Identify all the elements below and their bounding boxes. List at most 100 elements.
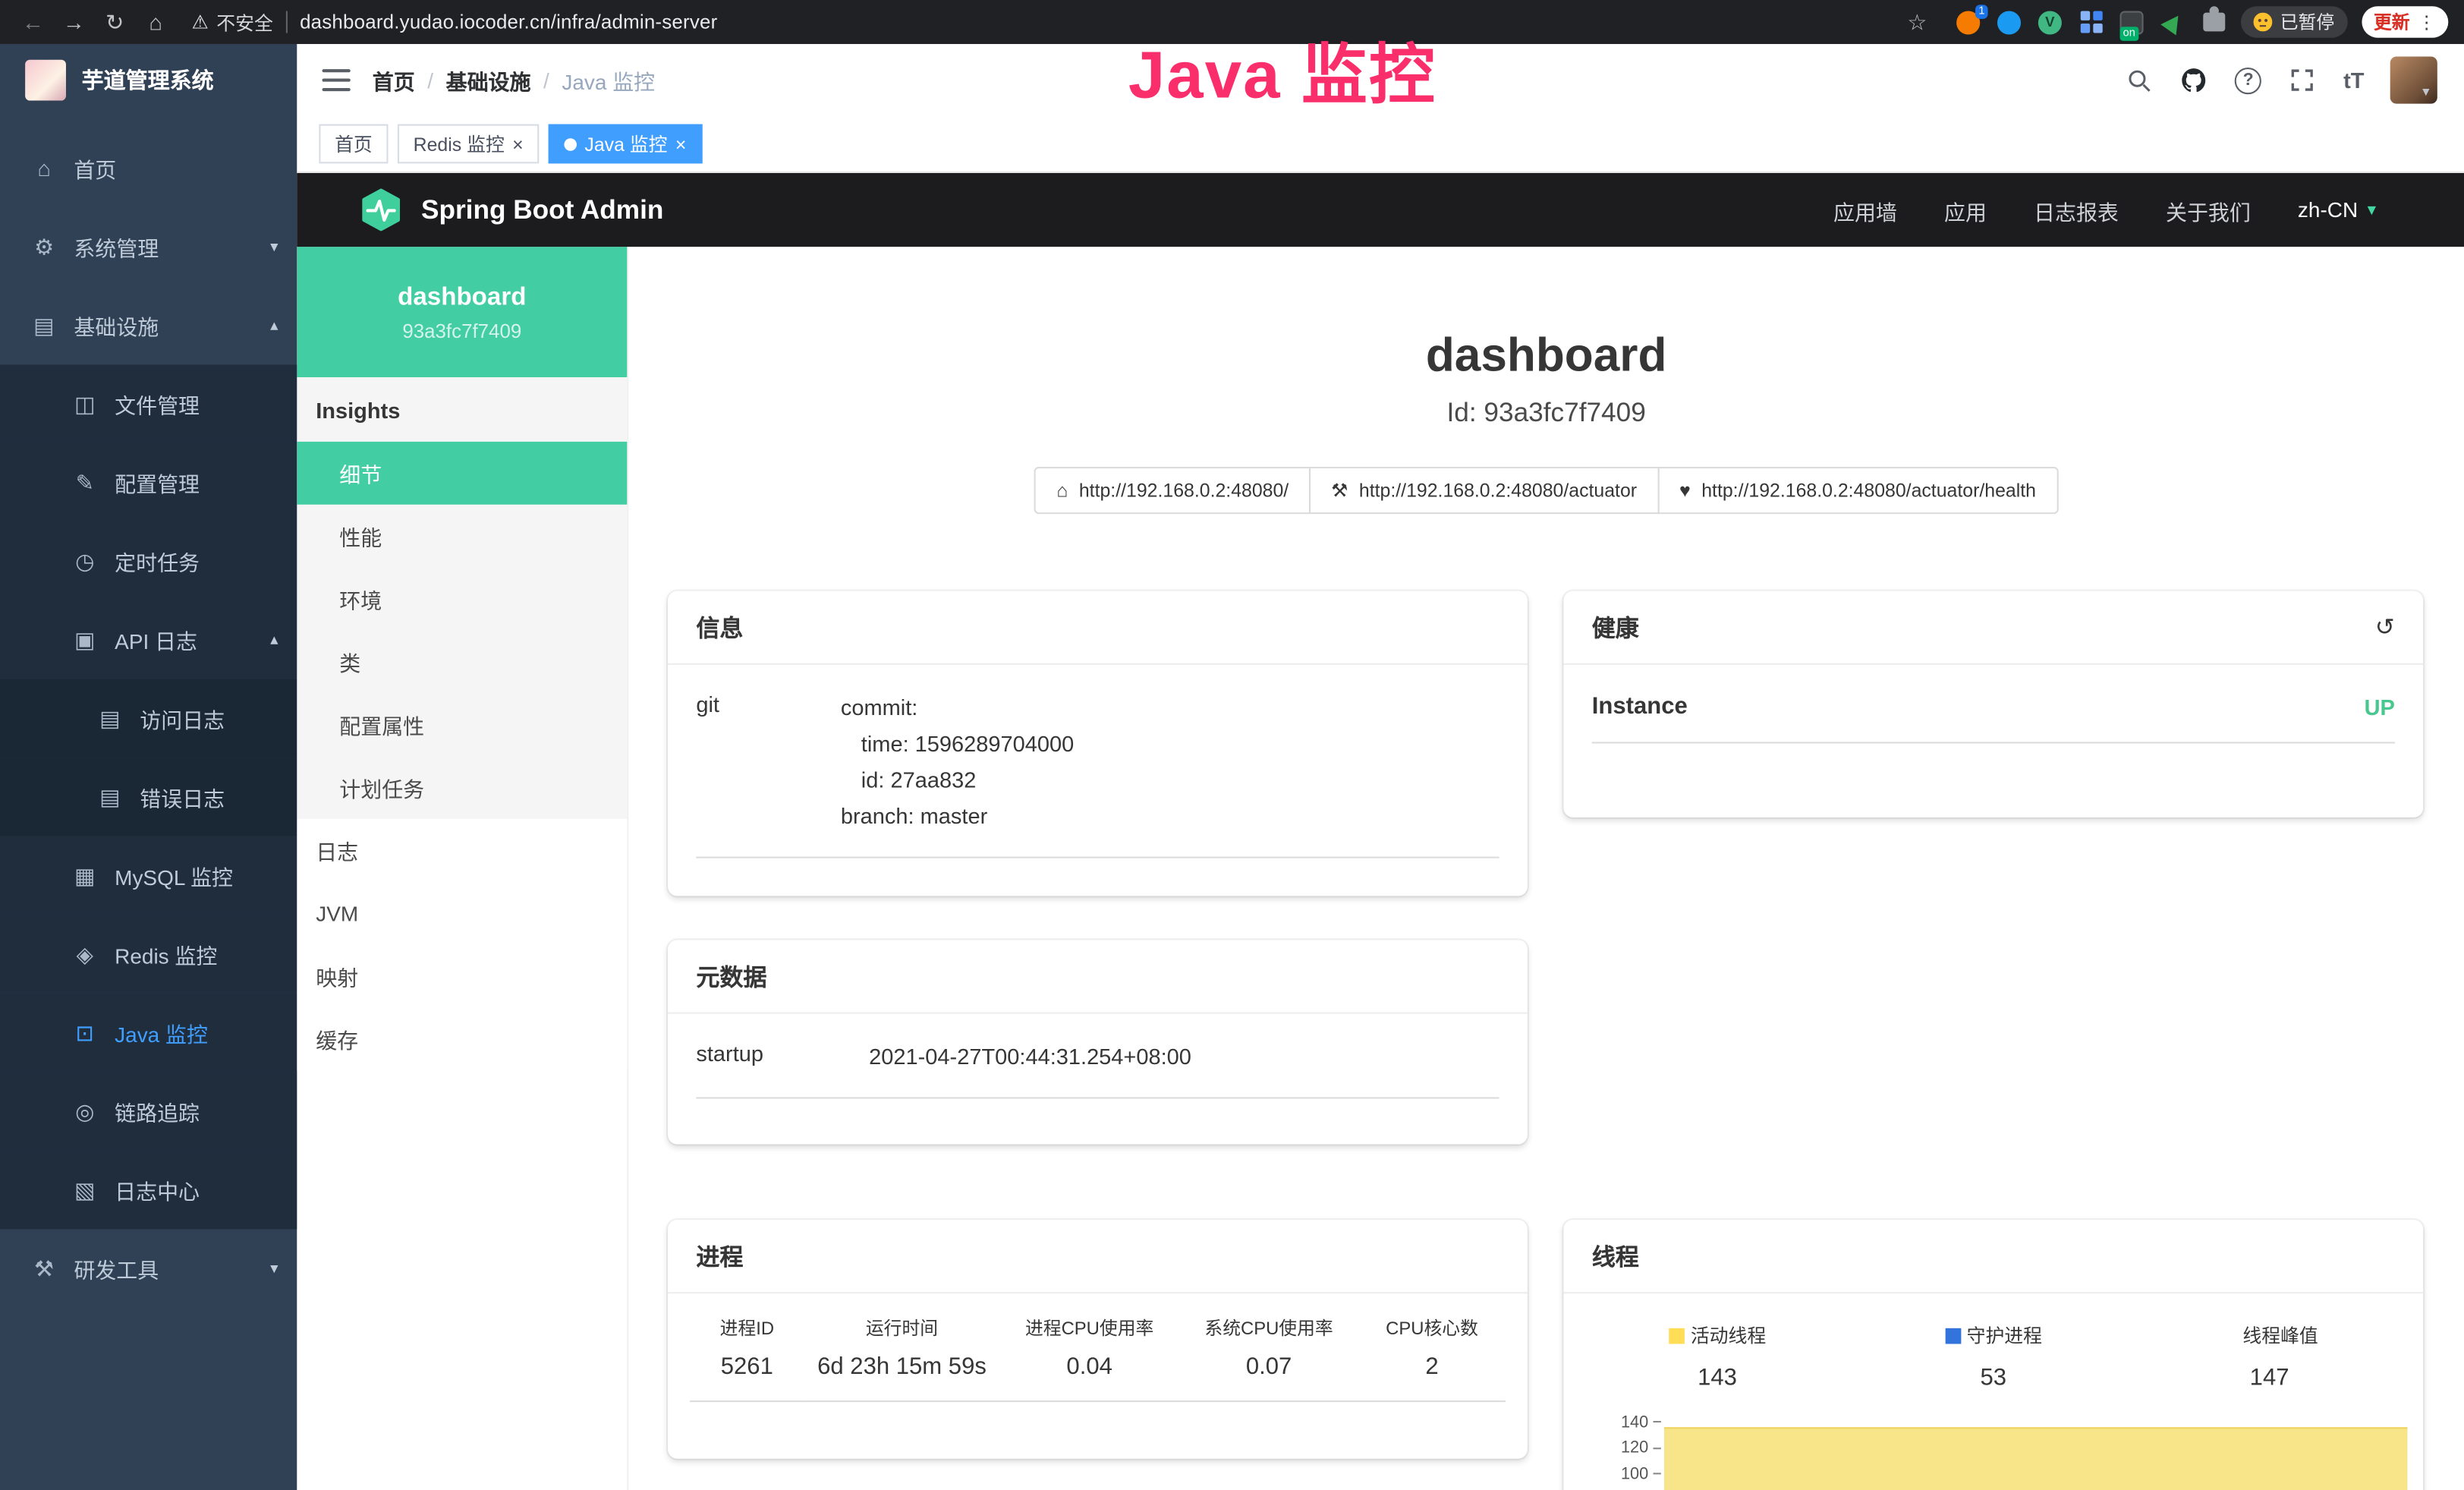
sba-item-mappings[interactable]: 映射 [297,945,627,1008]
browser-home-icon[interactable]: ⌂ [138,5,173,39]
caret-down-icon: ▾ [2422,83,2429,101]
card-title: 线程 [1592,1240,1639,1272]
site-security-chip[interactable]: ⚠ 不安全 [192,8,273,35]
sync-paused-chip[interactable]: 已暂停 [2241,6,2347,37]
info-card-header: 信息 [668,591,1528,665]
sidebar-item-api-logs[interactable]: ▣ API 日志 ▴ [0,600,297,679]
sidebar-item-dev-tools[interactable]: ⚒ 研发工具 ▾ [0,1229,297,1308]
tags-view-bar: 首页 Redis 监控 × Java 监控 × [297,116,2464,173]
sidebar-item-tracing[interactable]: ◎ 链路追踪 [0,1072,297,1151]
security-label: 不安全 [216,8,273,35]
chevron-up-icon: ▴ [270,631,278,648]
font-size-icon[interactable]: tT [2343,68,2364,93]
sba-item-scheduled-tasks[interactable]: 计划任务 [297,756,627,819]
page-subtitle: Id: 93a3fc7f7409 [628,395,2464,433]
history-icon[interactable]: ↺ [2375,613,2395,641]
spring-boot-admin-logo [360,188,402,231]
sba-item-environment[interactable]: 环境 [297,568,627,631]
instance-links: ⌂ http://192.168.0.2:48080/ ⚒ http://192… [628,467,2464,514]
bookmark-star-icon[interactable]: ☆ [1900,5,1935,39]
sba-app-id: 93a3fc7f7409 [297,316,627,347]
browser-menu-icon[interactable]: ⋮ [2418,11,2436,33]
sidebar-item-scheduled-jobs[interactable]: ◷ 定时任务 [0,522,297,601]
extension-grid-icon[interactable] [2078,8,2104,35]
link-health-url[interactable]: ♥ http://192.168.0.2:48080/actuator/heal… [1657,467,2058,514]
sidebar-item-log-center[interactable]: ▧ 日志中心 [0,1151,297,1230]
breadcrumb: 首页 / 基础设施 / Java 监控 [373,65,655,96]
extension-leaf-icon[interactable] [2159,8,2186,35]
sidebar-item-redis-monitor[interactable]: ◈ Redis 监控 [0,915,297,994]
close-icon[interactable]: × [675,134,687,153]
browser-back-icon[interactable]: ← [16,5,51,39]
app-logo[interactable]: 芋道管理系统 [0,44,297,116]
help-icon[interactable]: ? [2235,67,2261,93]
hamburger-icon[interactable] [323,69,351,91]
sba-nav-wallboard[interactable]: 应用墙 [1833,194,1897,225]
tab-java-monitor[interactable]: Java 监控 × [549,124,702,164]
sba-item-metrics[interactable]: 性能 [297,505,627,568]
legend-daemon-threads: 守护进程 53 [1855,1322,2132,1391]
sidebar-item-error-logs[interactable]: ▤ 错误日志 [0,758,297,836]
warning-icon: ⚠ [192,11,209,33]
sidebar-item-label: 定时任务 [115,546,200,577]
sba-nav-about[interactable]: 关于我们 [2166,194,2251,225]
fullscreen-icon[interactable] [2289,66,2317,94]
sba-app-block[interactable]: dashboard 93a3fc7f7409 [297,247,627,377]
sba-item-caches[interactable]: 缓存 [297,1007,627,1070]
sba-brand-title[interactable]: Spring Boot Admin [421,194,663,225]
legend-value: 147 [2132,1363,2408,1390]
breadcrumb-infrastructure[interactable]: 基础设施 [446,65,531,96]
close-icon[interactable]: × [512,134,524,153]
git-id-line: id: 27aa832 [841,762,1499,799]
browser-update-button[interactable]: 更新 ⋮ [2361,6,2448,37]
column-header: 进程ID [690,1306,804,1344]
sba-item-log[interactable]: 日志 [297,819,627,882]
active-dot [565,137,577,150]
search-icon[interactable] [2125,66,2153,94]
user-menu[interactable]: ▾ [2391,57,2430,104]
browser-reload-icon[interactable]: ↻ [97,5,132,39]
tab-label: Java 监控 [584,131,667,157]
sidebar-item-mysql-monitor[interactable]: ▦ MySQL 监控 [0,836,297,915]
breadcrumb-home[interactable]: 首页 [373,65,415,96]
sba-sidebar: dashboard 93a3fc7f7409 Insights 细节 性能 环境… [297,247,628,1490]
sba-locale-select[interactable]: zh-CN ▾ [2298,198,2376,222]
startup-row: startup 2021-04-27T00:44:31.254+08:00 [696,1039,1499,1099]
sidebar-item-home[interactable]: ⌂ 首页 [0,129,297,208]
column-header: CPU核心数 [1358,1306,1506,1344]
github-icon[interactable] [2180,66,2208,94]
link-actuator-url[interactable]: ⚒ http://192.168.0.2:48080/actuator [1309,467,1659,514]
timer-icon: ◷ [69,548,100,575]
browser-actions: ☆ 1 V on [1900,5,2449,39]
extension-blue-icon[interactable] [1996,8,2022,35]
sba-item-configprops[interactable]: 配置属性 [297,693,627,756]
extensions-puzzle-icon[interactable] [2200,8,2226,35]
tab-home[interactable]: 首页 [319,124,388,164]
tab-redis-monitor[interactable]: Redis 监控 × [398,124,539,164]
sba-item-details[interactable]: 细节 [297,442,627,505]
sba-item-jvm[interactable]: JVM [297,882,627,945]
sba-item-classes[interactable]: 类 [297,630,627,693]
sidebar-item-label: 系统管理 [74,231,159,262]
sidebar-item-label: 错误日志 [140,781,225,812]
sba-nav-journal[interactable]: 日志报表 [2034,194,2119,225]
sidebar-item-config-mgmt[interactable]: ✎ 配置管理 [0,443,297,522]
sidebar-item-label: 配置管理 [115,467,200,498]
sidebar-item-java-monitor[interactable]: ⊡ Java 监控 [0,994,297,1073]
sidebar-item-access-logs[interactable]: ▤ 访问日志 [0,679,297,758]
extension-tampermonkey-icon[interactable]: on [2118,8,2145,35]
info-card: 信息 git commit: time: 1596289704000 id: 2… [668,591,1528,896]
browser-forward-icon[interactable]: → [57,5,92,39]
extension-orange-icon[interactable]: 1 [1955,8,1981,35]
legend-peak-threads: 线程峰值 147 [2132,1322,2408,1391]
sidebar-item-file-mgmt[interactable]: ◫ 文件管理 [0,364,297,443]
link-base-url[interactable]: ⌂ http://192.168.0.2:48080/ [1034,467,1311,514]
legend-value: 53 [1855,1363,2132,1390]
sidebar-item-system-mgmt[interactable]: ⚙ 系统管理 ▾ [0,207,297,286]
admin-sidebar: 芋道管理系统 ⌂ 首页 ⚙ 系统管理 ▾ ▤ 基础设施 ▴ ◫ 文件管理 ✎ [0,44,297,1490]
instance-health-row[interactable]: Instance UP [1592,693,2395,743]
address-bar[interactable]: dashboard.yudao.iocoder.cn/infra/admin-s… [300,11,717,33]
extension-vue-icon[interactable]: V [2037,8,2063,35]
sba-nav-applications[interactable]: 应用 [1944,194,1987,225]
sidebar-item-infrastructure[interactable]: ▤ 基础设施 ▴ [0,286,297,365]
